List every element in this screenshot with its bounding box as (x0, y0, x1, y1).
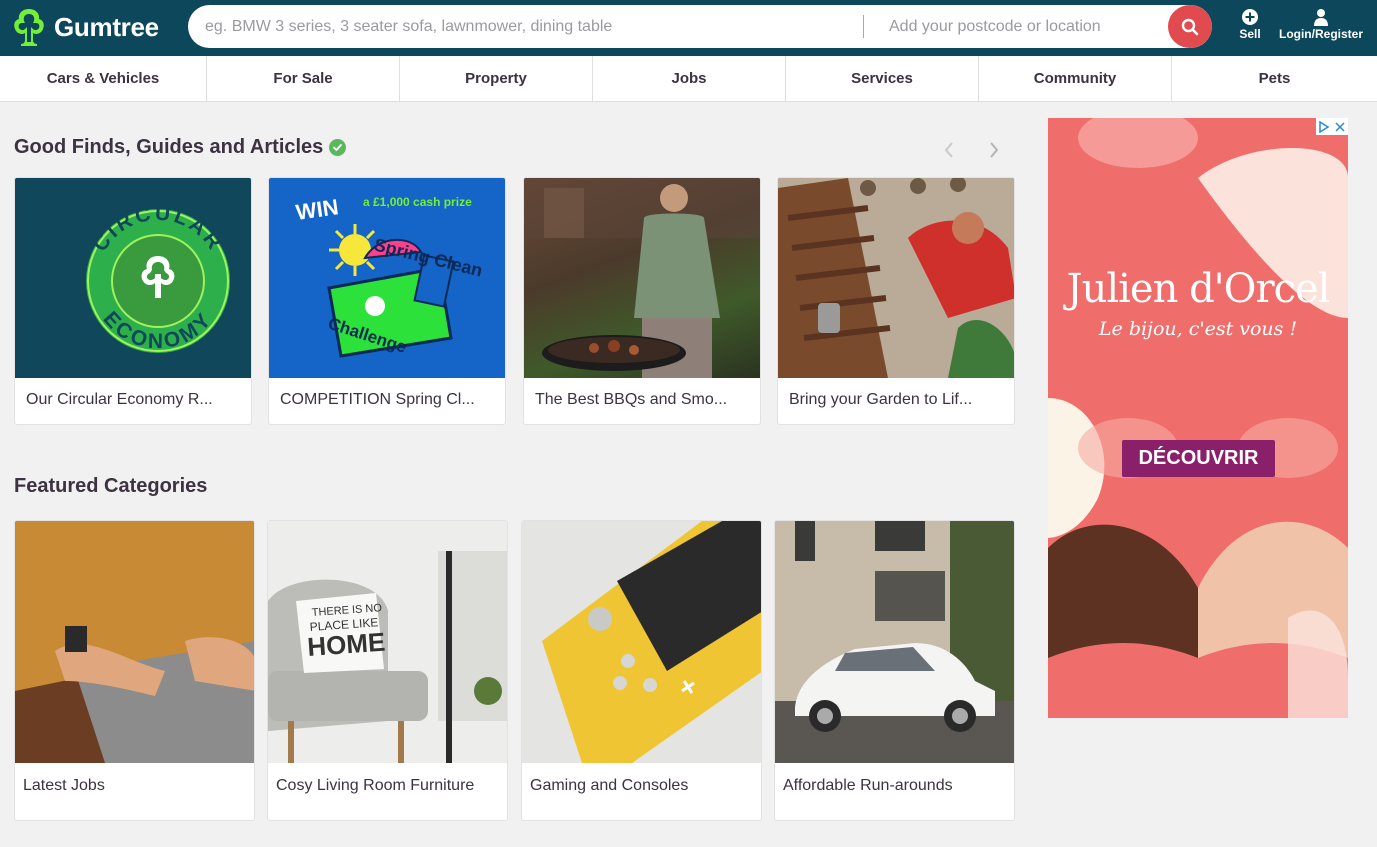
ad-brand-name: Julien d'Orcel (1066, 266, 1331, 312)
sell-link[interactable]: Sell (1236, 8, 1264, 41)
gaming-console-image (522, 521, 761, 763)
living-room-image: THERE IS NO PLACE LIKE HOME (268, 521, 507, 763)
verified-check-icon (329, 139, 347, 156)
advertisement-banner[interactable]: Julien d'Orcel Le bijou, c'est vous ! DÉ… (1048, 118, 1348, 718)
nav-item-pets[interactable]: Pets (1172, 56, 1377, 101)
search-divider (863, 15, 864, 38)
guide-card[interactable]: Bring your Garden to Lif... (777, 177, 1015, 425)
location-input[interactable] (889, 5, 1159, 48)
guide-card-title: The Best BBQs and Smo... (535, 391, 728, 408)
category-card[interactable]: Affordable Run-arounds (774, 520, 1015, 821)
category-nav: Cars & Vehicles For Sale Property Jobs S… (0, 56, 1377, 102)
category-card[interactable]: THERE IS NO PLACE LIKE HOME Cosy Living … (267, 520, 508, 821)
svg-text:a £1,000 cash prize: a £1,000 cash prize (363, 195, 472, 209)
category-card-title: Gaming and Consoles (530, 777, 689, 794)
nav-item-community[interactable]: Community (979, 56, 1172, 101)
guide-card[interactable]: WIN a £1,000 cash prize Spring Clean Cha… (268, 177, 506, 425)
category-card-title: Cosy Living Room Furniture (276, 777, 475, 794)
car-image (775, 521, 1014, 763)
ad-choices-badge[interactable] (1316, 118, 1348, 135)
nav-item-services[interactable]: Services (786, 56, 979, 101)
category-card[interactable]: Latest Jobs (14, 520, 255, 821)
close-icon (1335, 121, 1345, 132)
circular-economy-image: CIRCULAR ECONOMY (15, 178, 251, 378)
ad-background (1048, 118, 1348, 718)
login-register-link[interactable]: Login/Register (1276, 8, 1366, 41)
garden-image (778, 178, 1014, 378)
category-card-title: Latest Jobs (23, 777, 105, 794)
login-label: Login/Register (1278, 27, 1363, 41)
gumtree-logo[interactable]: Gumtree (12, 6, 159, 48)
svg-text:WIN: WIN (294, 194, 340, 225)
search-input[interactable] (205, 5, 845, 48)
carousel-prev-button[interactable] (937, 138, 961, 162)
category-card-title: Affordable Run-arounds (783, 777, 953, 794)
nav-item-jobs[interactable]: Jobs (593, 56, 786, 101)
svg-text:HOME: HOME (306, 627, 386, 662)
featured-title-text: Featured Categories (14, 475, 208, 497)
search-icon (1181, 18, 1199, 35)
ad-cta-button[interactable]: DÉCOUVRIR (1122, 440, 1275, 477)
search-bar (188, 5, 1212, 48)
logo-text: Gumtree (54, 11, 159, 42)
guide-card-title: COMPETITION Spring Cl... (280, 391, 475, 408)
featured-title: Featured Categories (14, 475, 207, 498)
search-button[interactable] (1168, 5, 1212, 48)
carousel-next-button[interactable] (982, 138, 1006, 162)
user-icon (1314, 9, 1328, 26)
chevron-left-icon (944, 142, 953, 158)
plus-circle-icon (1242, 9, 1258, 25)
guide-card-title: Our Circular Economy R... (26, 391, 213, 408)
guides-title: Good Finds, Guides and Articles (14, 136, 347, 159)
gumtree-tree-icon (14, 9, 44, 46)
bbq-image (524, 178, 760, 378)
nav-item-property[interactable]: Property (400, 56, 593, 101)
guide-card-title: Bring your Garden to Lif... (789, 391, 973, 408)
nav-item-for-sale[interactable]: For Sale (207, 56, 400, 101)
site-header: Gumtree Sell Login/Register (0, 0, 1377, 56)
spring-clean-image: WIN a £1,000 cash prize Spring Clean Cha… (269, 178, 505, 378)
ad-tagline: Le bijou, c'est vous ! (1098, 318, 1298, 340)
guides-title-text: Good Finds, Guides and Articles (14, 136, 324, 158)
nav-item-cars-vehicles[interactable]: Cars & Vehicles (0, 56, 207, 101)
category-card[interactable]: Gaming and Consoles (521, 520, 762, 821)
guide-card[interactable]: The Best BBQs and Smo... (523, 177, 761, 425)
ad-choices-icon (1319, 120, 1330, 133)
sell-label: Sell (1239, 27, 1261, 41)
latest-jobs-image (15, 521, 254, 763)
chevron-right-icon (990, 142, 999, 158)
guide-card[interactable]: CIRCULAR ECONOMY Our Circular Economy R.… (14, 177, 252, 425)
